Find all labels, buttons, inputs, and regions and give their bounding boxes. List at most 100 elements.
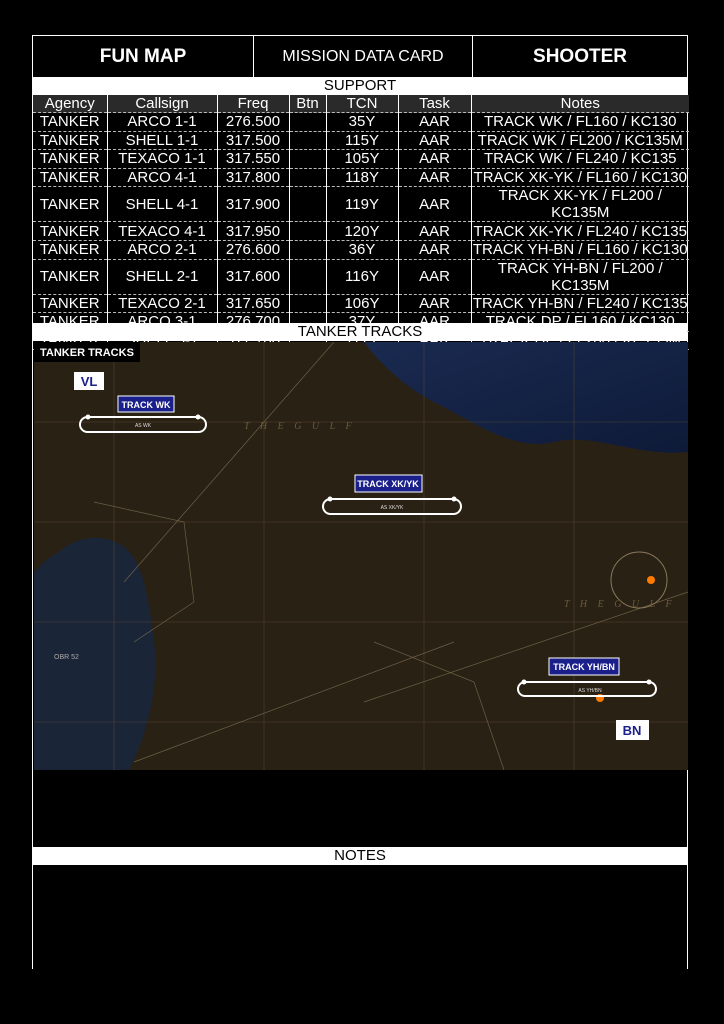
cell-agency: TANKER (33, 186, 108, 222)
table-row: TANKER ARCO 4-1 317.800 118Y AAR TRACK XK-YK … (33, 167, 689, 187)
cell-freq: 317.900 (217, 186, 290, 222)
tanker-tracks-section-title: TANKER TRACKS (33, 323, 687, 341)
cell-freq: 317.650 (217, 293, 290, 313)
map-peninsula (34, 537, 156, 770)
table-row: TANKER TEXACO 4-1 317.950 120Y AAR TRACK XK-Y… (33, 221, 689, 241)
cell-btn (289, 130, 327, 150)
cell-tcn: 120Y (326, 221, 399, 241)
cell-task: AAR (398, 258, 472, 295)
cell-callsign: SHELL 4-1 (107, 186, 218, 222)
col-btn: Btn (289, 95, 327, 113)
map-title: TANKER TRACKS (40, 347, 134, 359)
cell-freq: 276.500 (217, 112, 290, 132)
track-xk-label: TRACK XK/YK (357, 479, 419, 489)
cell-task: AAR (398, 167, 472, 187)
cell-notes: TRACK XK-YK / FL200 / KC135M (471, 186, 689, 222)
cell-agency: TANKER (33, 149, 108, 169)
map-chart-label: OBR 52 (54, 654, 79, 661)
cell-freq: 317.800 (217, 167, 290, 187)
map-gulf-label-2: T H E G U L F (564, 599, 676, 610)
notes-section-title: NOTES (33, 847, 687, 865)
support-table-header: Agency Callsign Freq Btn TCN Task Notes (33, 95, 689, 113)
cell-freq: 276.600 (217, 239, 290, 260)
cell-task: AAR (398, 293, 472, 313)
cell-notes: TRACK YH-BN / FL200 / KC135M (471, 258, 689, 295)
header-middle-title: MISSION DATA CARD (254, 36, 473, 78)
cell-agency: TANKER (33, 258, 108, 295)
cell-callsign: TEXACO 2-1 (107, 293, 218, 313)
cell-notes: TRACK YH-BN / FL240 / KC135 (471, 293, 689, 313)
col-agency: Agency (33, 95, 108, 113)
track-wk-label: TRACK WK (122, 400, 171, 410)
notes-area[interactable] (33, 865, 687, 969)
cell-callsign: ARCO 4-1 (107, 167, 218, 187)
header-left-title: FUN MAP (33, 36, 254, 78)
cell-callsign: SHELL 2-1 (107, 258, 218, 295)
cell-callsign: SHELL 1-1 (107, 130, 218, 150)
col-callsign: Callsign (107, 95, 218, 113)
cell-btn (289, 149, 327, 169)
cell-btn (289, 167, 327, 187)
cell-notes: TRACK YH-BN / FL160 / KC130 (471, 239, 689, 260)
cell-freq: 317.550 (217, 149, 290, 169)
cell-callsign: TEXACO 4-1 (107, 221, 218, 241)
support-section-title: SUPPORT (33, 77, 687, 95)
cell-tcn: 36Y (326, 239, 399, 260)
table-row: TANKER ARCO 1-1 276.500 35Y AAR TRACK WK / FL… (33, 112, 689, 132)
table-row: TANKER ARCO 2-1 276.600 36Y AAR TRACK YH-BN /… (33, 239, 689, 260)
card-header: FUN MAP MISSION DATA CARD SHOOTER (33, 36, 687, 78)
cell-agency: TANKER (33, 167, 108, 187)
cell-btn (289, 258, 327, 295)
cell-notes: TRACK XK-YK / FL160 / KC130 (471, 167, 689, 187)
track-xk-small: AS XK/YK (381, 505, 404, 511)
cell-agency: TANKER (33, 239, 108, 260)
cell-btn (289, 186, 327, 222)
map-airfield-marker (647, 576, 655, 584)
cell-freq: 317.500 (217, 130, 290, 150)
cell-agency: TANKER (33, 221, 108, 241)
table-row: TANKER SHELL 1-1 317.500 115Y AAR TRACK WK / … (33, 130, 689, 150)
cell-tcn: 116Y (326, 258, 399, 295)
cell-tcn: 106Y (326, 293, 399, 313)
cell-task: AAR (398, 186, 472, 222)
table-row: TANKER SHELL 4-1 317.900 119Y AAR TRACK XK-YK… (33, 186, 689, 222)
col-freq: Freq (217, 95, 290, 113)
cell-tcn: 105Y (326, 149, 399, 169)
cell-btn (289, 293, 327, 313)
cell-task: AAR (398, 130, 472, 150)
tanker-tracks-map: T H E G U L F T H E G U L F OBR 52 TANKE… (34, 342, 688, 770)
table-row: TANKER TEXACO 1-1 317.550 105Y AAR TRACK WK /… (33, 149, 689, 169)
cell-callsign: TEXACO 1-1 (107, 149, 218, 169)
cell-task: AAR (398, 239, 472, 260)
cell-notes: TRACK WK / FL240 / KC135 (471, 149, 689, 169)
cell-freq: 317.950 (217, 221, 290, 241)
cell-task: AAR (398, 149, 472, 169)
cell-task: AAR (398, 112, 472, 132)
cell-notes: TRACK WK / FL200 / KC135M (471, 130, 689, 150)
table-row: TANKER SHELL 2-1 317.600 116Y AAR TRACK YH-BN… (33, 258, 689, 295)
cell-notes: TRACK WK / FL160 / KC130 (471, 112, 689, 132)
cell-tcn: 118Y (326, 167, 399, 187)
cell-agency: TANKER (33, 293, 108, 313)
cell-freq: 317.600 (217, 258, 290, 295)
point-vl-label: VL (81, 374, 98, 389)
point-bn-label: BN (623, 723, 642, 738)
mission-data-card: FUN MAP MISSION DATA CARD SHOOTER SUPPOR… (32, 35, 689, 969)
cell-agency: TANKER (33, 112, 108, 132)
track-yh-small: AS YH/BN (578, 688, 602, 694)
map-gulf-label-1: T H E G U L F (244, 421, 356, 432)
cell-tcn: 35Y (326, 112, 399, 132)
cell-btn (289, 221, 327, 241)
col-notes: Notes (471, 95, 689, 113)
track-yh-label: TRACK YH/BN (553, 662, 615, 672)
track-wk-small: AS WK (135, 423, 152, 429)
cell-tcn: 115Y (326, 130, 399, 150)
col-task: Task (398, 95, 472, 113)
cell-callsign: ARCO 2-1 (107, 239, 218, 260)
cell-tcn: 119Y (326, 186, 399, 222)
cell-task: AAR (398, 221, 472, 241)
cell-notes: TRACK XK-YK / FL240 / KC135 (471, 221, 689, 241)
header-right-title: SHOOTER (533, 46, 627, 67)
cell-btn (289, 239, 327, 260)
table-row: TANKER TEXACO 2-1 317.650 106Y AAR TRACK YH-B… (33, 293, 689, 313)
